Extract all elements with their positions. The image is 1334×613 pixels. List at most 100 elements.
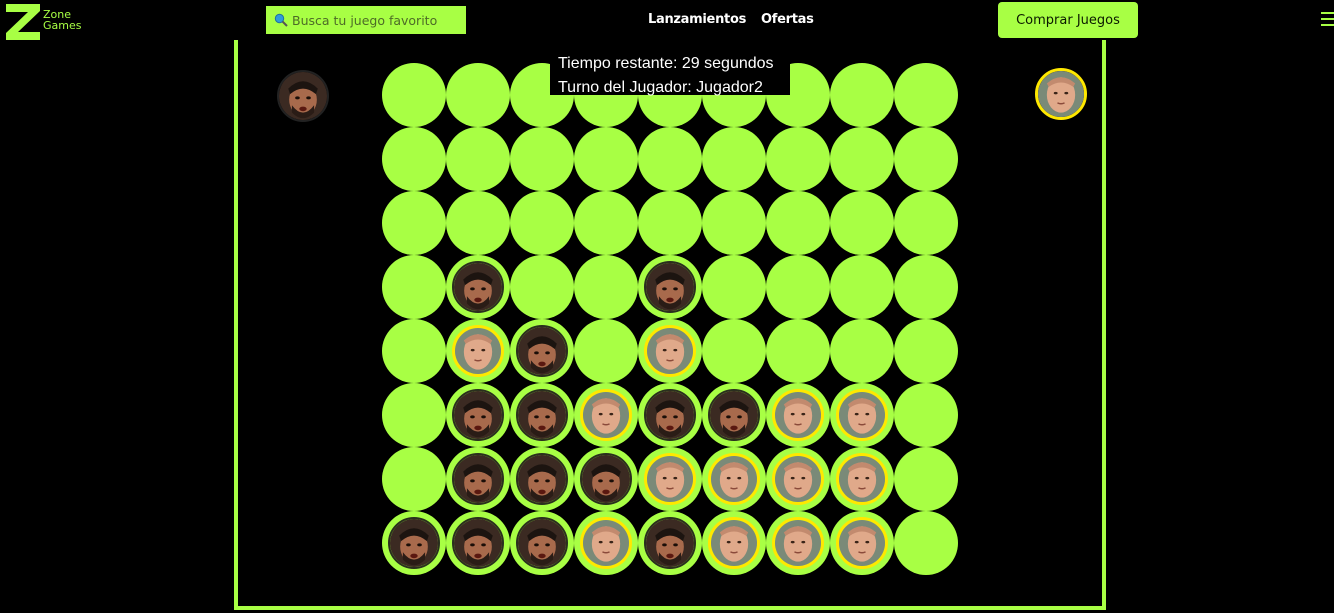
board-cell[interactable] — [638, 127, 702, 191]
hamburger-menu-icon[interactable] — [1321, 12, 1334, 28]
player1-piece — [452, 517, 504, 569]
board-cell[interactable] — [574, 255, 638, 319]
game-status-panel: Tiempo restante: 29 segundos Turno del J… — [550, 52, 790, 96]
board-cell[interactable] — [702, 447, 766, 511]
board-cell[interactable] — [446, 447, 510, 511]
player2-piece — [580, 517, 632, 569]
game-board[interactable] — [382, 63, 958, 575]
board-cell[interactable] — [766, 191, 830, 255]
board-cell[interactable] — [446, 127, 510, 191]
board-cell[interactable] — [766, 383, 830, 447]
board-cell[interactable] — [894, 383, 958, 447]
board-cell[interactable] — [638, 447, 702, 511]
board-cell[interactable] — [766, 319, 830, 383]
board-cell[interactable] — [638, 255, 702, 319]
board-cell[interactable] — [382, 255, 446, 319]
board-cell[interactable] — [894, 319, 958, 383]
board-cell[interactable] — [574, 511, 638, 575]
board-cell[interactable] — [510, 255, 574, 319]
board-cell[interactable] — [638, 383, 702, 447]
player2-avatar — [1035, 68, 1087, 120]
board-cell[interactable] — [574, 127, 638, 191]
board-cell[interactable] — [446, 191, 510, 255]
search-box[interactable] — [266, 6, 466, 34]
board-cell[interactable] — [382, 127, 446, 191]
search-input[interactable] — [292, 12, 462, 28]
player2-face-icon — [1038, 71, 1084, 117]
player1-piece — [388, 517, 440, 569]
board-cell[interactable] — [638, 191, 702, 255]
board-cell[interactable] — [702, 383, 766, 447]
board-cell[interactable] — [446, 383, 510, 447]
player1-piece — [516, 325, 568, 377]
board-cell[interactable] — [446, 319, 510, 383]
player2-piece — [708, 453, 760, 505]
board-cell[interactable] — [830, 383, 894, 447]
board-cell[interactable] — [702, 511, 766, 575]
board-cell[interactable] — [382, 319, 446, 383]
player1-avatar — [277, 70, 329, 122]
board-cell[interactable] — [766, 511, 830, 575]
board-cell[interactable] — [766, 255, 830, 319]
board-cell[interactable] — [510, 447, 574, 511]
board-cell[interactable] — [702, 127, 766, 191]
board-cell[interactable] — [446, 511, 510, 575]
zone-games-logo[interactable]: Zone Games — [4, 2, 94, 42]
board-cell[interactable] — [574, 191, 638, 255]
board-cell[interactable] — [510, 319, 574, 383]
board-cell[interactable] — [830, 127, 894, 191]
board-cell[interactable] — [638, 511, 702, 575]
board-cell[interactable] — [702, 191, 766, 255]
board-cell[interactable] — [702, 255, 766, 319]
board-cell[interactable] — [382, 511, 446, 575]
board-cell[interactable] — [830, 63, 894, 127]
board-cell[interactable] — [510, 383, 574, 447]
current-turn-text: Turno del Jugador: Jugador2 — [558, 79, 763, 96]
board-cell[interactable] — [894, 255, 958, 319]
board-cell[interactable] — [894, 511, 958, 575]
search-icon — [274, 13, 288, 27]
player2-piece — [836, 517, 888, 569]
player2-piece — [772, 389, 824, 441]
board-cell[interactable] — [766, 127, 830, 191]
board-cell[interactable] — [830, 191, 894, 255]
board-cell[interactable] — [510, 127, 574, 191]
player1-piece — [452, 389, 504, 441]
board-cell[interactable] — [382, 383, 446, 447]
nav-lanzamientos[interactable]: Lanzamientos — [648, 12, 746, 27]
board-cell[interactable] — [894, 63, 958, 127]
board-cell[interactable] — [894, 191, 958, 255]
player2-piece — [836, 453, 888, 505]
board-cell[interactable] — [830, 255, 894, 319]
nav-ofertas[interactable]: Ofertas — [761, 12, 814, 27]
board-cell[interactable] — [382, 63, 446, 127]
buy-games-button[interactable]: Comprar Juegos — [998, 2, 1138, 38]
board-cell[interactable] — [702, 319, 766, 383]
player1-piece — [452, 453, 504, 505]
board-cell[interactable] — [382, 447, 446, 511]
player1-piece — [516, 453, 568, 505]
board-cell[interactable] — [446, 63, 510, 127]
board-cell[interactable] — [574, 383, 638, 447]
board-cell[interactable] — [574, 319, 638, 383]
time-remaining-text: Tiempo restante: 29 segundos — [558, 55, 774, 72]
board-cell[interactable] — [894, 127, 958, 191]
logo-text: Zone Games — [43, 9, 81, 31]
player1-piece — [516, 517, 568, 569]
board-cell[interactable] — [894, 447, 958, 511]
board-cell[interactable] — [510, 511, 574, 575]
board-cell[interactable] — [382, 191, 446, 255]
board-cell[interactable] — [574, 447, 638, 511]
player1-face-icon — [279, 72, 327, 120]
board-cell[interactable] — [638, 319, 702, 383]
board-cell[interactable] — [830, 319, 894, 383]
board-cell[interactable] — [510, 191, 574, 255]
board-cell[interactable] — [446, 255, 510, 319]
player2-piece — [836, 389, 888, 441]
board-cell[interactable] — [830, 511, 894, 575]
player1-piece — [644, 389, 696, 441]
board-cell[interactable] — [830, 447, 894, 511]
board-cell[interactable] — [766, 447, 830, 511]
player2-piece — [772, 517, 824, 569]
player1-piece — [708, 389, 760, 441]
